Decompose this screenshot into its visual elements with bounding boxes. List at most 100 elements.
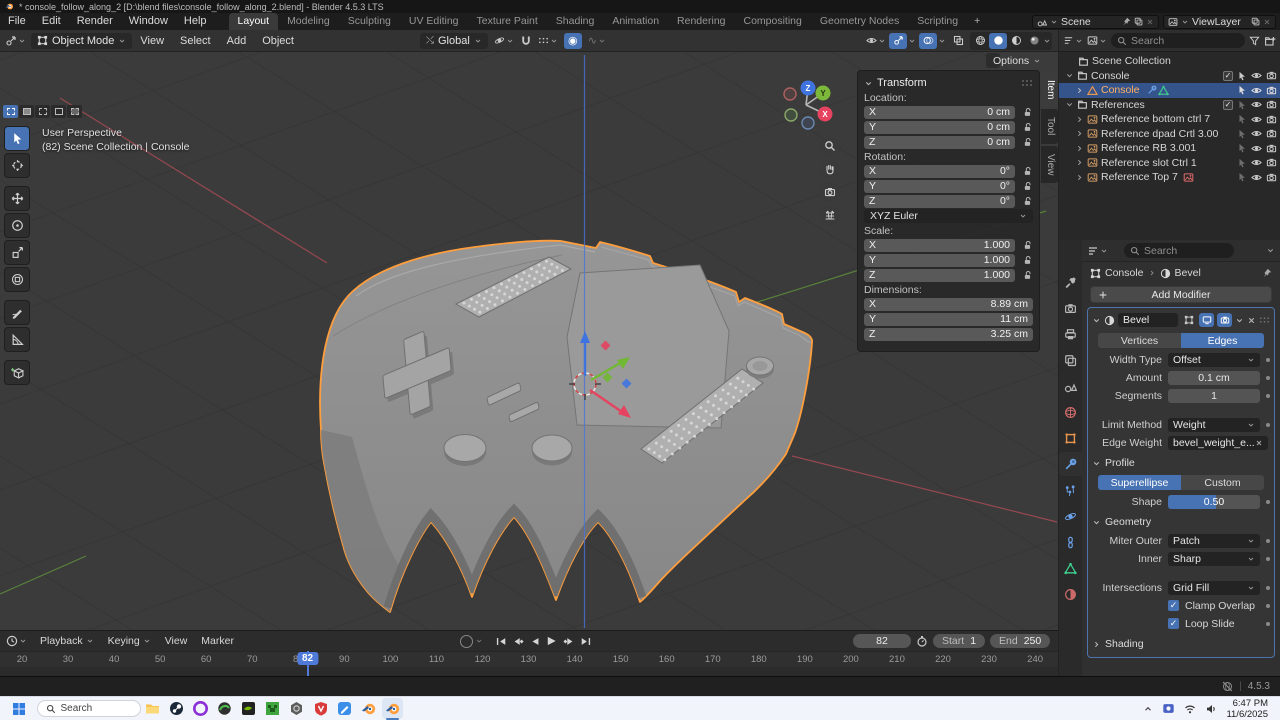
scene-selector[interactable]: Scene [1032,15,1159,29]
clamp-overlap-checkbox[interactable]: ✓ [1168,600,1179,611]
timeline-editor-type[interactable] [0,635,33,647]
chevron-right-icon[interactable] [1075,173,1084,182]
taskbar-minecraft-icon[interactable] [262,698,283,719]
chevron-right-icon[interactable] [1075,115,1084,124]
shading-section-header[interactable]: Shading [1092,636,1270,652]
filter-funnel-icon[interactable] [1249,35,1260,46]
lock-icon[interactable] [1023,240,1033,250]
tab-world[interactable] [1059,400,1082,424]
row-reference-top[interactable]: Reference Top 7 [1059,170,1280,185]
tab-scene[interactable] [1059,374,1082,398]
tab-particles[interactable] [1059,478,1082,502]
affect-edges-button[interactable]: Edges [1181,333,1264,348]
selectable-icon[interactable] [1237,114,1247,124]
add-modifier-button[interactable]: Add Modifier [1090,286,1272,303]
selectable-icon[interactable] [1237,143,1247,153]
outliner[interactable]: Scene Collection Console ✓ Console Refer… [1059,52,1280,240]
tool-add-cube[interactable] [4,360,30,385]
new-viewlayer-icon[interactable] [1251,17,1260,26]
menu-window[interactable]: Window [121,13,176,30]
timeline-ruler[interactable]: 2030405060708090100110120130140150160170… [0,651,1058,667]
edit-mode-toggle[interactable] [1181,313,1196,327]
axis-neg-y-ball[interactable] [785,109,797,121]
loop-slide-checkbox[interactable]: ✓ [1168,618,1179,629]
snap-target-selector[interactable] [538,35,558,46]
chevron-down-icon[interactable] [1065,100,1074,109]
render-camera-icon[interactable] [1266,128,1277,139]
chevron-right-icon[interactable] [1075,86,1084,95]
segments-field[interactable]: 1 [1168,389,1260,403]
lock-icon[interactable] [1023,181,1033,191]
width-type-dropdown[interactable]: Offset [1168,353,1260,367]
affect-vertices-button[interactable]: Vertices [1098,333,1181,348]
3d-viewport[interactable]: User Perspective (82) Scene Collection |… [0,52,1058,630]
lock-icon[interactable] [1023,196,1033,206]
collapse-icon[interactable] [1092,316,1101,325]
options-dropdown[interactable]: Options [986,53,1000,68]
navigation-gizmo[interactable]: Z Y X [778,76,844,230]
drag-grip-icon[interactable] [1021,79,1033,87]
axis-neg-z-ball[interactable] [802,117,814,129]
tab-view[interactable]: View [1041,146,1058,184]
start-button[interactable] [8,698,29,719]
realtime-toggle[interactable] [1199,313,1214,327]
taskbar-app-green-icon[interactable] [214,698,235,719]
hide-eye-icon[interactable] [1251,172,1262,183]
editor-type-selector[interactable] [0,35,31,47]
tool-annotate[interactable] [4,300,30,325]
taskbar-clock[interactable]: 6:47 PM 11/6/2025 [1226,698,1268,720]
profile-superellipse-button[interactable]: Superellipse [1098,475,1181,490]
chevron-right-icon[interactable] [1075,158,1084,167]
row-reference-bottom[interactable]: Reference bottom ctrl 7 [1059,112,1280,127]
stopwatch-icon[interactable] [916,635,928,647]
render-camera-icon[interactable] [1266,99,1277,110]
row-scene-collection[interactable]: Scene Collection [1059,54,1280,69]
hide-eye-icon[interactable] [1251,143,1262,154]
lock-icon[interactable] [1023,255,1033,265]
tool-measure[interactable] [4,327,30,352]
menu-add[interactable]: Add [219,35,255,47]
tab-material[interactable] [1059,582,1082,606]
rotation-z-field[interactable]: Z0° [864,195,1015,208]
menu-view[interactable]: View [132,35,172,47]
render-camera-icon[interactable] [1266,85,1277,96]
current-frame-badge[interactable]: 82 [297,652,318,665]
selectable-icon[interactable] [1237,100,1247,110]
auto-keying-record-icon[interactable] [460,635,473,648]
select-mode-intersect[interactable] [67,105,82,118]
shading-solid-button[interactable] [989,33,1007,49]
chevron-right-icon[interactable] [1075,144,1084,153]
taskbar-nvidia-icon[interactable] [238,698,259,719]
tab-scripting[interactable]: Scripting [908,13,967,30]
selectable-icon[interactable] [1237,172,1247,182]
row-reference-dpad[interactable]: Reference dpad Crtl 3.00 [1059,127,1280,142]
scale-y-field[interactable]: Y1.000 [864,254,1015,267]
render-toggle[interactable] [1217,313,1232,327]
hide-eye-icon[interactable] [1251,70,1262,81]
row-console-object[interactable]: Console [1059,83,1280,98]
collapse-icon[interactable] [864,79,873,88]
modifier-name-field[interactable]: Bevel [1118,313,1178,327]
hide-eye-icon[interactable] [1251,128,1262,139]
selectable-icon[interactable] [1237,85,1247,95]
scale-z-field[interactable]: Z1.000 [864,269,1015,282]
tab-uv-editing[interactable]: UV Editing [400,13,468,30]
tab-layout[interactable]: Layout [229,13,279,30]
show-gizmo-toggle[interactable] [889,33,907,49]
breadcrumb-modifier[interactable]: Bevel [1175,267,1201,279]
play-button[interactable] [544,634,559,648]
menu-help[interactable]: Help [176,13,215,30]
frame-end-field[interactable]: End250 [990,634,1050,648]
xray-toggle[interactable] [949,33,967,49]
tab-modeling[interactable]: Modeling [278,13,339,30]
hide-eye-icon[interactable] [1251,114,1262,125]
tool-rotate[interactable] [4,213,30,238]
mode-selector[interactable]: Object Mode [31,33,132,49]
drag-grip-icon[interactable] [1259,316,1270,324]
tab-tool[interactable]: Tool [1041,109,1058,143]
lock-icon[interactable] [1023,166,1033,176]
tab-shading[interactable]: Shading [547,13,604,30]
breadcrumb-object[interactable]: Console [1105,267,1144,279]
transform-orientation-selector[interactable]: ⤯ Global [420,33,488,49]
tool-scale[interactable] [4,240,30,265]
